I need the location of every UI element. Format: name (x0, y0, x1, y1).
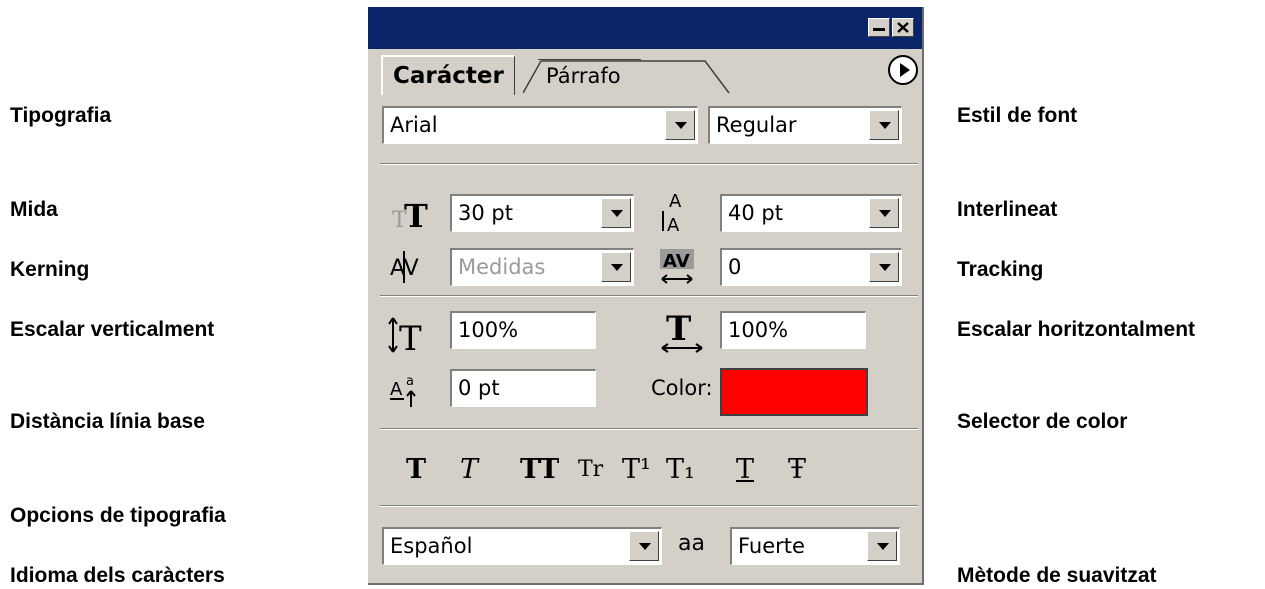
antialias-value: Fuerte (738, 534, 805, 558)
minimize-button[interactable] (868, 18, 890, 37)
svg-text:A: A (667, 215, 680, 235)
tab-parrafo[interactable]: Párrafo (538, 59, 641, 94)
svg-text:T: T (404, 197, 428, 231)
color-swatch[interactable] (720, 368, 868, 416)
close-icon (897, 22, 909, 33)
label-interlineat: Interlineat (957, 198, 1058, 221)
label-tipografia: Tipografia (10, 104, 112, 127)
baseline-shift-icon: A a (388, 367, 428, 411)
svg-text:T: T (399, 319, 422, 356)
label-idioma-caracters: Idioma dels caràcters (10, 564, 225, 587)
svg-text:a: a (406, 374, 414, 389)
antialias-select[interactable]: Fuerte (730, 527, 900, 565)
svg-text:aa: aa (678, 531, 705, 556)
antialias-icon: aa (674, 527, 724, 565)
language-value: Español (390, 534, 473, 558)
chevron-down-icon[interactable] (601, 198, 631, 228)
language-select[interactable]: Español (382, 527, 662, 565)
chevron-down-icon[interactable] (869, 252, 899, 282)
close-button[interactable] (892, 18, 914, 37)
tab-row: Párrafo Carácter (368, 49, 922, 95)
divider (380, 163, 918, 165)
font-size-icon: T T (388, 193, 436, 233)
label-opcions-tipografia: Opcions de tipografia (10, 504, 226, 527)
font-family-value: Arial (390, 113, 438, 137)
label-escalar-horitzontalment: Escalar horitzontalment (957, 318, 1196, 341)
kerning-select[interactable]: Medidas (450, 248, 634, 286)
label-metode-suavitzat: Mètode de suavitzat (957, 564, 1157, 587)
divider (380, 295, 918, 297)
svg-text:T: T (666, 309, 691, 349)
vertical-scale-input[interactable]: 100% (450, 311, 596, 349)
font-size-select[interactable]: 30 pt (450, 194, 634, 232)
label-distancia-linia-base: Distància línia base (10, 410, 205, 433)
font-size-value: 30 pt (458, 201, 513, 225)
faux-italic-button[interactable]: T (460, 454, 478, 486)
label-escalar-verticalment: Escalar verticalment (10, 318, 215, 341)
color-label: Color: (651, 376, 713, 400)
small-caps-button[interactable]: Tr (578, 454, 603, 486)
leading-icon: A A (656, 187, 696, 237)
font-style-value: Regular (716, 113, 797, 137)
strikethrough-button[interactable]: Ŧ (788, 454, 806, 486)
divider (380, 505, 918, 507)
horizontal-scale-input[interactable]: 100% (720, 311, 866, 349)
baseline-shift-input[interactable]: 0 pt (450, 369, 596, 407)
font-style-select[interactable]: Regular (708, 106, 902, 144)
leading-value: 40 pt (728, 201, 783, 225)
chevron-down-icon[interactable] (869, 198, 899, 228)
character-panel: Párrafo Carácter Arial Regular T T 30 pt… (368, 7, 924, 585)
svg-text:A: A (669, 191, 682, 212)
panel-titlebar[interactable] (368, 7, 922, 49)
chevron-down-icon[interactable] (867, 531, 897, 561)
chevron-down-icon[interactable] (629, 531, 659, 561)
subscript-button[interactable]: T₁ (666, 454, 695, 486)
chevron-down-icon[interactable] (601, 252, 631, 282)
kerning-icon: AV (388, 245, 428, 289)
label-tracking: Tracking (957, 258, 1044, 281)
svg-text:A: A (390, 379, 403, 400)
font-family-select[interactable]: Arial (382, 106, 698, 144)
chevron-down-icon[interactable] (869, 110, 899, 140)
vertical-scale-icon: T (386, 313, 434, 357)
tab-caracter[interactable]: Carácter (381, 55, 515, 95)
label-estil-font: Estil de font (957, 104, 1078, 127)
all-caps-button[interactable]: TT (520, 454, 559, 486)
chevron-down-icon[interactable] (665, 110, 695, 140)
kerning-value: Medidas (458, 255, 546, 279)
label-kerning: Kerning (10, 258, 90, 281)
panel-menu-icon[interactable] (888, 55, 918, 85)
tracking-select[interactable]: 0 (720, 248, 902, 286)
underline-button[interactable]: T (736, 454, 754, 486)
svg-text:AV: AV (663, 251, 690, 272)
faux-bold-button[interactable]: T (406, 454, 426, 486)
label-mida: Mida (10, 198, 58, 221)
tracking-icon: AV (656, 243, 700, 289)
label-selector-color: Selector de color (957, 410, 1128, 433)
leading-select[interactable]: 40 pt (720, 194, 902, 232)
divider (380, 428, 918, 430)
horizontal-scale-icon: T (658, 307, 708, 357)
superscript-button[interactable]: T¹ (622, 454, 651, 486)
tracking-value: 0 (728, 255, 742, 279)
